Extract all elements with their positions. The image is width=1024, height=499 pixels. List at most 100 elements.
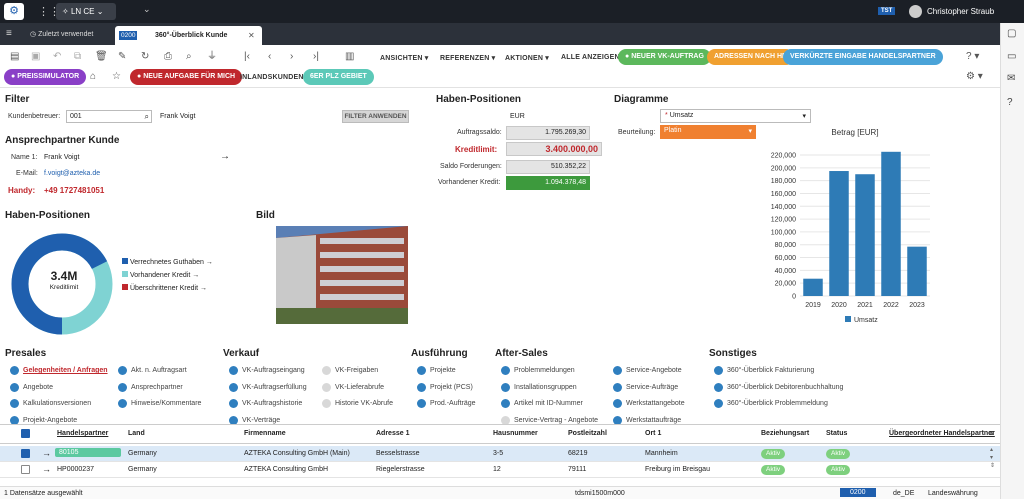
section-link-verkauf[interactable]: Historie VK-Abrufe — [335, 400, 393, 407]
section-link-ausfuehrung[interactable]: Projekt (PCS) — [430, 384, 473, 391]
user-name[interactable]: Christopher Straub — [927, 7, 994, 16]
section-link-ausfuehrung[interactable]: Prod.-Aufträge — [430, 400, 476, 407]
help-icon[interactable]: ? ▾ — [966, 52, 979, 62]
lookup-icon[interactable]: ⌕ — [145, 112, 149, 122]
filter-icon[interactable]: ⏚ — [207, 52, 217, 62]
bar-2022[interactable] — [881, 151, 901, 296]
bar-2019[interactable] — [803, 278, 823, 296]
prev-record-icon[interactable]: ‹ — [268, 52, 271, 62]
section-link-presales[interactable]: Projekt-Angebote — [23, 417, 77, 424]
select-all-checkbox[interactable] — [21, 429, 30, 438]
section-link-aftersales[interactable]: Werkstattaufträge — [626, 417, 681, 424]
section-link-verkauf[interactable]: VK-Freigaben — [335, 367, 378, 374]
first-record-icon[interactable]: |‹ — [244, 52, 250, 62]
panel-icon[interactable]: ▢ — [1007, 28, 1016, 39]
chevron-down-icon[interactable]: ⌄ — [143, 4, 151, 15]
search-icon[interactable]: ⌕ — [186, 52, 192, 62]
section-link-aftersales[interactable]: Service-Aufträge — [626, 384, 678, 391]
section-link-verkauf[interactable]: VK-Auftragshistorie — [242, 400, 302, 407]
tab-recent[interactable]: ◷ Zuletzt verwendet — [30, 30, 93, 38]
donut-legend-3[interactable]: Überschrittener Kredit → — [122, 284, 207, 292]
arrow-right-icon[interactable]: → — [42, 464, 51, 474]
star-icon[interactable]: ☆ — [112, 72, 121, 82]
beurteilung-select[interactable]: Platin ▾ — [660, 125, 756, 139]
menu-aktionen[interactable]: AKTIONEN ▾ — [505, 54, 549, 62]
column-header[interactable]: Firmenname — [244, 430, 286, 437]
chat-icon[interactable]: ▭ — [1007, 51, 1016, 62]
section-link-sonstiges[interactable]: 360°-Überblick Fakturierung — [727, 367, 814, 374]
section-link-presales[interactable]: Angebote — [23, 384, 53, 391]
kundenbetreuer-input[interactable]: 001 ⌕ — [66, 110, 152, 123]
row-checkbox[interactable] — [21, 449, 30, 458]
section-link-verkauf[interactable]: VK-Verträge — [242, 417, 280, 424]
notes-icon[interactable]: ▥ — [345, 52, 354, 62]
refresh-icon[interactable]: ↻ — [141, 52, 149, 62]
new-task-button[interactable]: ● NEUE AUFGABE FÜR MICH — [130, 69, 243, 85]
section-link-aftersales[interactable]: Artikel mit ID-Nummer — [514, 400, 583, 407]
app-logo[interactable]: ⚙ — [4, 3, 24, 20]
section-link-verkauf[interactable]: VK-Lieferabrufe — [335, 384, 384, 391]
avatar[interactable] — [909, 5, 922, 18]
column-header[interactable]: Handelspartner — [57, 430, 108, 437]
column-header[interactable]: Übergeordneter Handelspartner — [889, 430, 995, 437]
section-link-aftersales[interactable]: Service-Vertrag - Angebote — [514, 417, 598, 424]
column-header[interactable]: Hausnummer — [493, 430, 538, 437]
section-link-verkauf[interactable]: VK-Auftragseingang — [242, 367, 305, 374]
addresses-to-hp-button[interactable]: ADRESSEN NACH HP — [707, 49, 794, 65]
section-link-ausfuehrung[interactable]: Projekte — [430, 367, 456, 374]
arrow-right-icon[interactable]: → — [220, 151, 230, 162]
plz-area-button[interactable]: 6ER PLZ GEBIET — [303, 69, 374, 85]
section-link-presales[interactable]: Kalkulationsversionen — [23, 400, 91, 407]
section-link-presales[interactable]: Gelegenheiten / Anfragen — [23, 367, 108, 374]
new-vk-order-button[interactable]: ● NEUER VK-AUFTRAG — [618, 49, 711, 65]
print-icon[interactable]: ⎙ — [164, 52, 172, 62]
scroll-arrows-icon[interactable]: ▴ ▾ ⇕ — [990, 446, 995, 470]
section-link-aftersales[interactable]: Problemmeldungen — [514, 367, 575, 374]
inland-customers-link[interactable]: INLANDSKUNDEN — [240, 74, 304, 81]
settings-icon[interactable]: ⚙ ▾ — [966, 72, 983, 82]
bar-2020[interactable] — [829, 171, 849, 296]
last-record-icon[interactable]: ›| — [313, 52, 319, 62]
copy-icon[interactable]: ⧉ — [74, 52, 81, 62]
menu-referenzen[interactable]: REFERENZEN ▾ — [440, 54, 495, 62]
column-header[interactable]: Land — [128, 430, 145, 437]
diagram-select[interactable]: * Umsatz ▾ — [660, 109, 811, 123]
next-record-icon[interactable]: › — [290, 52, 293, 62]
row-checkbox[interactable] — [21, 465, 30, 474]
bar-2021[interactable] — [855, 174, 875, 296]
menu-alle-anzeigen[interactable]: ALLE ANZEIGEN — [561, 54, 620, 61]
table-settings-icon[interactable]: ≡ — [989, 428, 994, 438]
section-link-sonstiges[interactable]: 360°-Überblick Problemmeldung — [727, 400, 828, 407]
section-link-aftersales[interactable]: Installationsgruppen — [514, 384, 577, 391]
menu-ansichten[interactable]: ANSICHTEN ▾ — [380, 54, 429, 62]
column-header[interactable]: Adresse 1 — [376, 430, 409, 437]
arrow-right-icon[interactable]: → — [42, 448, 51, 458]
new-icon[interactable]: ▤ — [10, 52, 19, 62]
section-link-sonstiges[interactable]: 360°-Überblick Debitorenbuchhaltung — [727, 384, 843, 391]
delete-icon[interactable]: 🗑 — [95, 52, 108, 62]
section-link-presales[interactable]: Akt. n. Auftragsart — [131, 367, 187, 374]
hamburger-icon[interactable]: ≡ — [6, 28, 12, 39]
tab-active[interactable]: 0200 360°-Überblick Kunde ✕ — [115, 26, 262, 45]
apply-filter-button[interactable]: FILTER ANWENDEN — [342, 110, 409, 123]
donut-legend-1[interactable]: Verrechnetes Guthaben → — [122, 258, 213, 266]
help-icon[interactable]: ? — [1007, 97, 1013, 108]
email-link[interactable]: f.voigt@azteka.de — [44, 170, 100, 177]
donut-legend-2[interactable]: Vorhandener Kredit → — [122, 271, 199, 279]
column-header[interactable]: Status — [826, 430, 847, 437]
column-header[interactable]: Ort 1 — [645, 430, 661, 437]
close-icon[interactable]: ✕ — [248, 31, 255, 40]
app-switcher[interactable]: ✧ LN CE ⌄ — [56, 3, 116, 20]
bar-2023[interactable] — [907, 246, 927, 296]
column-header[interactable]: Postleitzahl — [568, 430, 607, 437]
edit-icon[interactable]: ✎ — [118, 52, 126, 62]
handy-value[interactable]: +49 1727481051 — [44, 186, 104, 195]
save-icon[interactable]: ▣ — [31, 52, 40, 62]
short-entry-partner-button[interactable]: VERKÜRZTE EINGABE HANDELSPARTNER — [783, 49, 943, 65]
mail-icon[interactable]: ✉ — [1007, 73, 1015, 84]
bookmark-icon[interactable]: ⌂ — [90, 72, 96, 82]
undo-icon[interactable]: ↶ — [53, 52, 61, 62]
section-link-aftersales[interactable]: Werkstattangebote — [626, 400, 685, 407]
column-header[interactable]: Beziehungsart — [761, 430, 809, 437]
price-simulator-button[interactable]: ● PREISSIMULATOR — [4, 69, 87, 85]
